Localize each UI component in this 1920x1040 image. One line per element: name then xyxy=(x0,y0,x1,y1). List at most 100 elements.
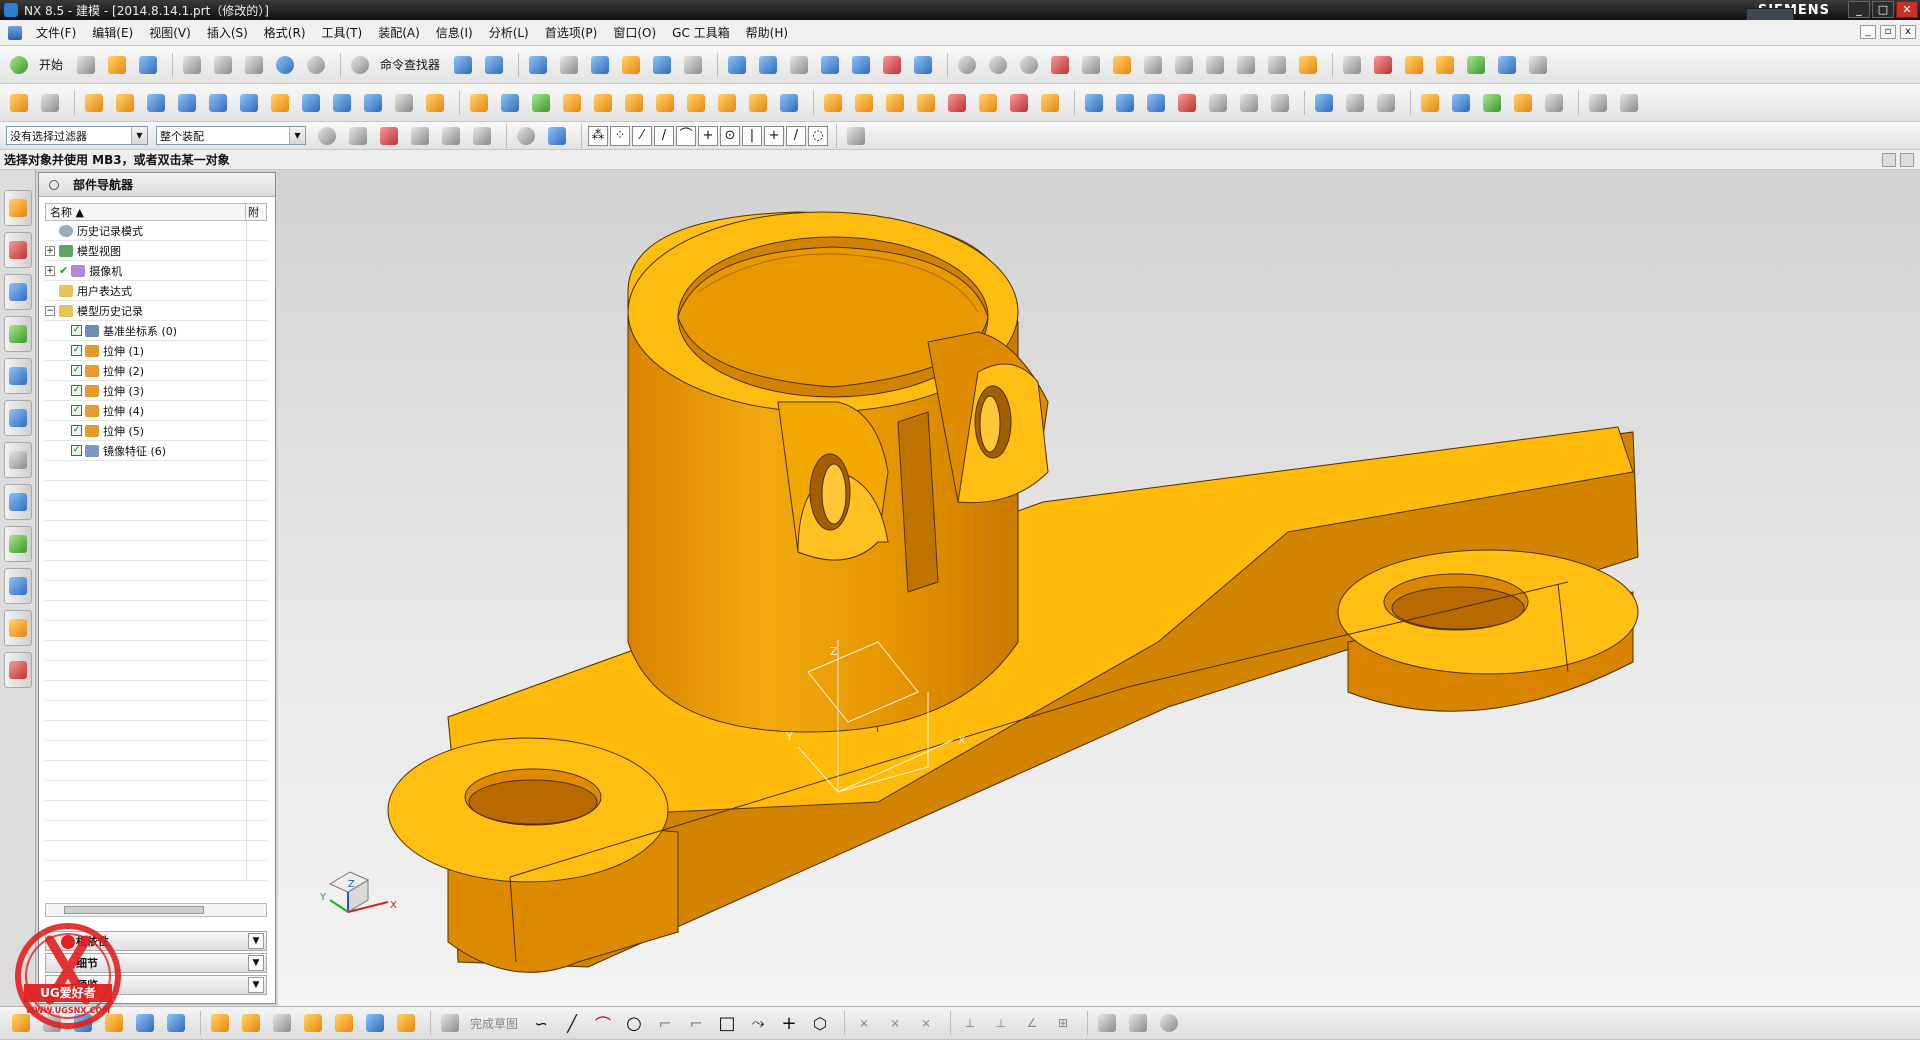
column-name-header[interactable]: 名称 ▲ xyxy=(46,204,246,220)
copy-icon[interactable] xyxy=(210,52,236,78)
inspect-icon[interactable] xyxy=(481,52,507,78)
draw-line-icon[interactable] xyxy=(1585,90,1611,116)
document-icon[interactable] xyxy=(8,25,22,40)
feature-checkbox[interactable]: ✓ xyxy=(71,345,82,356)
sketch-chamfer-icon[interactable]: ⌐ xyxy=(683,1010,709,1036)
sketch-alternate-icon[interactable] xyxy=(1156,1010,1182,1036)
cylinder-icon[interactable] xyxy=(174,90,200,116)
move-face-icon[interactable] xyxy=(975,90,1001,116)
hole-icon[interactable] xyxy=(267,90,293,116)
select-highlight-icon[interactable] xyxy=(1109,52,1135,78)
offset-face-icon[interactable] xyxy=(745,90,771,116)
fit-icon[interactable] xyxy=(525,52,551,78)
datum-plane-icon[interactable] xyxy=(37,90,63,116)
tree-item-extrude-1[interactable]: ✓ 拉伸 (1) xyxy=(45,341,267,361)
component-icon[interactable] xyxy=(1264,52,1290,78)
graphics-window[interactable]: Z Y X Z X Y xyxy=(278,172,1920,1006)
snap-center-icon[interactable]: ⊙ xyxy=(720,125,740,146)
revolve-icon[interactable] xyxy=(112,90,138,116)
paste-icon[interactable] xyxy=(241,52,267,78)
resize-blend-icon[interactable] xyxy=(1037,90,1063,116)
menu-help[interactable]: 帮助(H) xyxy=(738,24,796,41)
menu-insert[interactable]: 插入(S) xyxy=(199,24,256,41)
delete-face-icon[interactable] xyxy=(1006,90,1032,116)
part-model[interactable] xyxy=(387,211,1639,973)
stack-icon[interactable] xyxy=(1373,90,1399,116)
constraint-navigator-tab[interactable] xyxy=(4,232,32,268)
thicken-icon[interactable] xyxy=(851,90,877,116)
tree-item-cameras[interactable]: + ✔ 摄像机 xyxy=(45,261,267,281)
reuse-icon[interactable] xyxy=(1525,52,1551,78)
triangle-icon[interactable] xyxy=(1339,52,1365,78)
sketch-mirror-icon[interactable] xyxy=(269,1010,295,1036)
system-scene-tab[interactable] xyxy=(4,652,32,688)
sketch-rectangle-icon[interactable]: □ xyxy=(714,1010,740,1036)
menu-view[interactable]: 视图(V) xyxy=(141,24,199,41)
tree-item-mirror-feature[interactable]: ✓ 镜像特征 (6) xyxy=(45,441,267,461)
doc-restore-button[interactable]: ▫ xyxy=(1880,25,1896,39)
finish-sketch-label[interactable]: 完成草图 xyxy=(470,1015,518,1032)
patch-icon[interactable] xyxy=(913,90,939,116)
sew-icon[interactable] xyxy=(882,90,908,116)
menu-analysis[interactable]: 分析(L) xyxy=(481,24,537,41)
menu-format[interactable]: 格式(R) xyxy=(256,24,314,41)
system-materials-tab[interactable] xyxy=(4,484,32,520)
reorder-icon[interactable] xyxy=(1541,90,1567,116)
measure-angle-icon[interactable] xyxy=(848,52,874,78)
command-finder-icon[interactable] xyxy=(347,52,373,78)
snap-quadrant-icon[interactable]: | xyxy=(742,125,762,146)
sketch-intersect-icon[interactable] xyxy=(393,1010,419,1036)
navigator-horizontal-scrollbar[interactable] xyxy=(45,903,267,917)
tree-item-datum-csys[interactable]: ✓ 基准坐标系 (0) xyxy=(45,321,267,341)
roles-tab[interactable] xyxy=(4,610,32,646)
shaded-icon[interactable] xyxy=(587,52,613,78)
replace-face-icon[interactable] xyxy=(944,90,970,116)
analysis-icon[interactable] xyxy=(1311,90,1337,116)
tree-item-model-views[interactable]: + 模型视图 xyxy=(45,241,267,261)
tree-item-history-mode[interactable]: 历史记录模式 xyxy=(45,221,267,241)
wcs-icon[interactable] xyxy=(724,52,750,78)
tree-item-user-expressions[interactable]: 用户表达式 xyxy=(45,281,267,301)
assembly-icon[interactable] xyxy=(450,52,476,78)
pin-icon[interactable] xyxy=(49,179,59,190)
menu-information[interactable]: 信息(I) xyxy=(428,24,481,41)
manufacturing-wizard-tab[interactable] xyxy=(4,568,32,604)
tree-item-extrude-4[interactable]: ✓ 拉伸 (4) xyxy=(45,401,267,421)
menu-gc-toolkit[interactable]: GC 工具箱 xyxy=(664,24,738,41)
sketch-polyline-icon[interactable]: ⤳ xyxy=(745,1010,771,1036)
pattern-icon[interactable] xyxy=(1233,52,1259,78)
feature-checkbox[interactable]: ✓ xyxy=(71,385,82,396)
feature-selection-icon[interactable] xyxy=(376,123,402,149)
sketch-icon[interactable] xyxy=(6,90,32,116)
render-icon[interactable] xyxy=(1016,52,1042,78)
model-viewport[interactable]: Z Y X Z X Y xyxy=(278,172,1920,1006)
snap-on-curve-icon[interactable]: / xyxy=(786,125,806,146)
general-selection-icon[interactable] xyxy=(345,123,371,149)
suppress-icon[interactable] xyxy=(1479,90,1505,116)
sketch-line-icon[interactable]: ╱ xyxy=(559,1010,585,1036)
hd3d-tab[interactable] xyxy=(4,358,32,394)
pad-icon[interactable] xyxy=(360,90,386,116)
tree-item-extrude-5[interactable]: ✓ 拉伸 (5) xyxy=(45,421,267,441)
pattern-feature-icon[interactable] xyxy=(820,90,846,116)
selection-scope-select[interactable]: 整个装配 ▼ xyxy=(156,126,306,145)
assembly-navigator-tab[interactable] xyxy=(4,190,32,226)
gears-icon[interactable] xyxy=(1432,52,1458,78)
unsuppress-icon[interactable] xyxy=(1510,90,1536,116)
edge-display-icon[interactable] xyxy=(618,52,644,78)
sketch-dimension-icon[interactable]: ⟂ xyxy=(957,1010,983,1036)
snap-intersection-icon[interactable]: + xyxy=(698,125,718,146)
select-face-icon[interactable] xyxy=(544,123,570,149)
tree-item-extrude-2[interactable]: ✓ 拉伸 (2) xyxy=(45,361,267,381)
chevron-down-icon[interactable]: ▼ xyxy=(248,933,264,949)
type-filter-select[interactable]: 没有选择过滤器 ▼ xyxy=(6,126,148,145)
trim-body-icon[interactable] xyxy=(559,90,585,116)
sphere-feature-icon[interactable] xyxy=(236,90,262,116)
sketch-circle-icon[interactable]: ○ xyxy=(621,1010,647,1036)
mirror-feature-icon[interactable] xyxy=(776,90,802,116)
chevron-down-icon[interactable]: ▼ xyxy=(248,977,264,993)
scrollbar-thumb[interactable] xyxy=(64,906,204,914)
draft-icon[interactable] xyxy=(714,90,740,116)
snap-control-icon[interactable]: ⌒ xyxy=(676,125,696,146)
status-toggle-icon[interactable] xyxy=(1882,153,1896,167)
